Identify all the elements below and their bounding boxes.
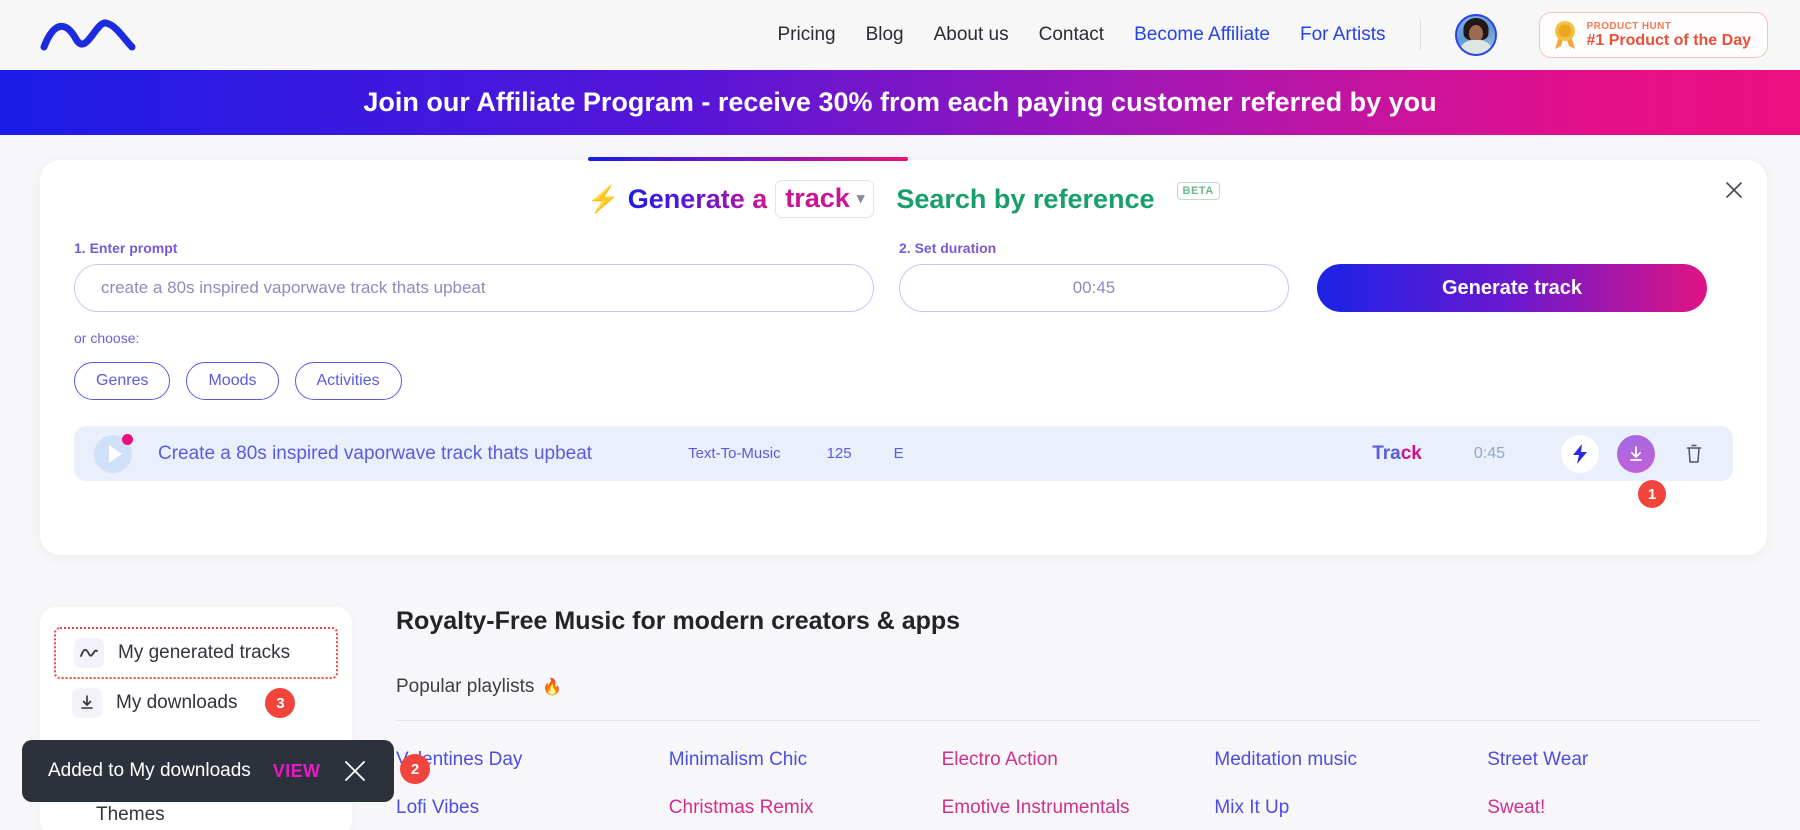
generate-form: 1. Enter prompt create a 80s inspired va… [40, 218, 1767, 312]
tab-search-by-reference[interactable]: Search by reference [896, 184, 1154, 215]
medal-icon [1554, 21, 1575, 49]
bolt-icon [1573, 443, 1587, 464]
download-icon [1630, 445, 1642, 461]
playlist-grid: Valentines Day Minimalism Chic Electro A… [396, 749, 1760, 819]
close-icon[interactable] [342, 758, 368, 784]
new-track-dot [122, 433, 133, 445]
generated-track-row: Create a 80s inspired vaporwave track th… [74, 426, 1733, 508]
step-badge-3: 3 [265, 688, 296, 718]
track-source: Text-To-Music [688, 445, 781, 462]
sidebar-item-my-generated-tracks[interactable]: My generated tracks [54, 627, 338, 679]
main-content: Royalty-Free Music for modern creators &… [352, 607, 1800, 830]
track-type-value: track [785, 183, 850, 213]
product-hunt-top-label: PRODUCT HUNT [1586, 20, 1672, 32]
trash-icon [1686, 444, 1702, 463]
main-nav: Pricing Blog About us Contact Become Aff… [778, 12, 1768, 58]
mode-tabs: ⚡ Generate a track ▾ Search by reference… [40, 160, 1767, 218]
fire-icon: 🔥 [542, 679, 563, 696]
play-button-wrap [94, 433, 133, 473]
popular-playlists-label: Popular playlists [396, 676, 535, 697]
playlist-link[interactable]: Street Wear [1487, 749, 1760, 771]
product-hunt-main-label: #1 Product of the Day [1586, 31, 1751, 49]
prompt-label: 1. Enter prompt [74, 240, 874, 256]
nav-link-for-artists[interactable]: For Artists [1300, 24, 1386, 46]
site-header: Pricing Blog About us Contact Become Aff… [0, 0, 1800, 70]
generate-track-button[interactable]: Generate track [1317, 264, 1707, 312]
nav-link-about-us[interactable]: About us [934, 24, 1009, 46]
beta-badge: BETA [1176, 182, 1220, 200]
avatar-body [1458, 40, 1493, 54]
playlist-link[interactable]: Meditation music [1214, 749, 1487, 771]
nav-link-contact[interactable]: Contact [1039, 24, 1104, 46]
playlist-link[interactable]: Emotive Instrumentals [942, 797, 1215, 819]
duration-input[interactable]: 00:45 [899, 264, 1289, 312]
download-toast: Added to My downloads VIEW [22, 740, 395, 802]
track-type-part1: Tra [1372, 442, 1401, 464]
playlist-link[interactable]: Sweat! [1487, 797, 1760, 819]
nav-link-blog[interactable]: Blog [866, 24, 904, 46]
duration-label: 2. Set duration [899, 240, 1289, 256]
popular-playlists-header: Popular playlists 🔥 [396, 676, 1760, 698]
chip-moods[interactable]: Moods [186, 362, 279, 400]
tab-generate-label: Generate a [627, 183, 768, 214]
affiliate-banner[interactable]: Join our Affiliate Program - receive 30%… [0, 70, 1800, 135]
playlist-link[interactable]: Christmas Remix [669, 797, 942, 819]
wave-logo-icon[interactable] [40, 15, 145, 55]
chip-genres[interactable]: Genres [74, 362, 171, 400]
track-title[interactable]: Create a 80s inspired vaporwave track th… [158, 443, 592, 465]
step-badge-1: 1 [1638, 480, 1666, 508]
page-root: Pricing Blog About us Contact Become Aff… [0, 0, 1800, 830]
or-choose-label: or choose: [74, 330, 1767, 346]
chevron-down-icon: ▾ [856, 190, 865, 207]
play-icon [108, 444, 122, 463]
track-duration: 0:45 [1473, 444, 1505, 462]
prompt-input[interactable]: create a 80s inspired vaporwave track th… [74, 264, 874, 312]
sidebar-item-my-downloads[interactable]: My downloads 3 [54, 679, 338, 727]
bolt-icon: ⚡ [587, 183, 620, 214]
sidebar-themes-label: Themes [96, 804, 165, 825]
generate-card: ⚡ Generate a track ▾ Search by reference… [40, 157, 1767, 555]
prompt-field-group: 1. Enter prompt create a 80s inspired va… [74, 240, 874, 312]
track-key: E [893, 445, 904, 462]
playlist-link[interactable]: Mix It Up [1214, 797, 1487, 819]
category-chips: Genres Moods Activities [74, 362, 1767, 400]
close-icon[interactable] [1723, 180, 1745, 202]
chip-activities[interactable]: Activities [294, 362, 402, 400]
track-type-select[interactable]: track ▾ [775, 180, 875, 218]
sidebar-item-label: My downloads [116, 692, 238, 713]
duration-field-group: 2. Set duration 00:45 [899, 240, 1289, 312]
track-type-part2: ck [1400, 442, 1422, 464]
delete-button[interactable] [1675, 435, 1713, 473]
tab-generate-a-track[interactable]: ⚡ Generate a track ▾ [587, 180, 875, 218]
playlist-link[interactable]: Lofi Vibes [396, 797, 669, 819]
download-icon [72, 688, 102, 718]
regenerate-bolt-button[interactable] [1561, 434, 1599, 473]
product-hunt-badge[interactable]: PRODUCT HUNT #1 Product of the Day [1538, 12, 1768, 58]
playlist-link[interactable]: Minimalism Chic [669, 749, 942, 771]
sidebar-item-label: My generated tracks [118, 642, 291, 663]
playlist-link[interactable]: Electro Action [942, 749, 1215, 771]
playlist-link[interactable]: Valentines Day [396, 749, 669, 771]
section-divider [396, 720, 1760, 721]
nav-link-pricing[interactable]: Pricing [778, 24, 836, 46]
toast-view-button[interactable]: VIEW [273, 761, 321, 782]
step-badge-2: 2 [400, 754, 430, 784]
nav-divider [1419, 20, 1421, 50]
active-tab-indicator [588, 157, 908, 161]
download-button[interactable] [1617, 434, 1655, 473]
track-bpm: 125 [826, 445, 852, 462]
wave-icon [74, 638, 104, 668]
track-type-label: Track [1372, 443, 1422, 465]
toast-message: Added to My downloads [48, 760, 251, 781]
nav-link-become-affiliate[interactable]: Become Affiliate [1134, 24, 1270, 46]
page-title: Royalty-Free Music for modern creators &… [396, 607, 961, 635]
avatar[interactable] [1454, 14, 1497, 56]
